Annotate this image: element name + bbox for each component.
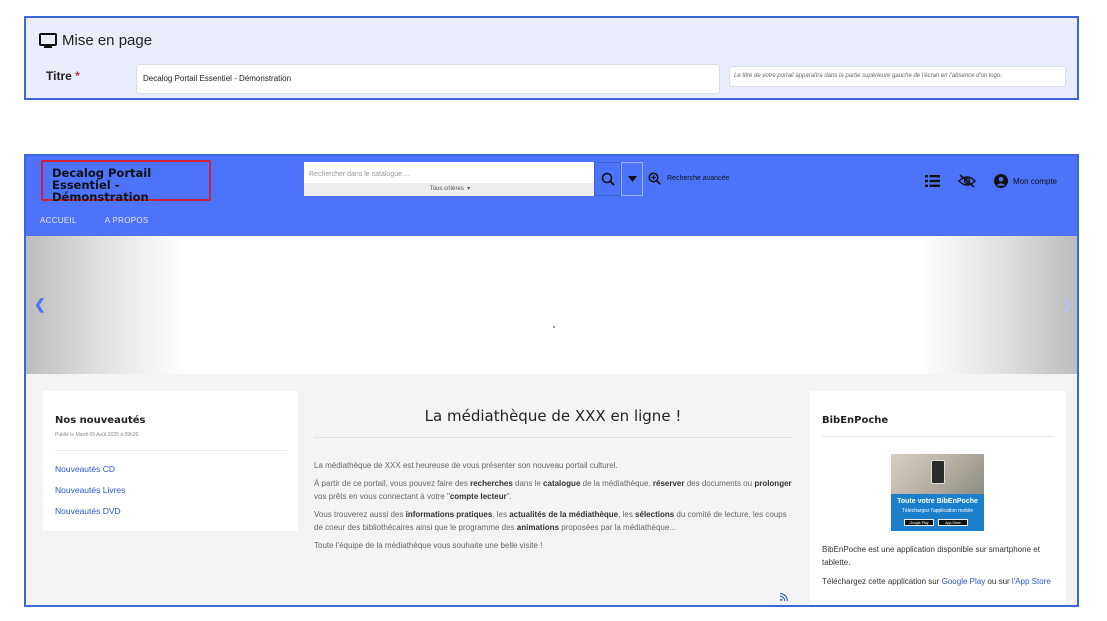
welcome-article: La médiathèque de XXX en ligne ! La médi… — [314, 391, 792, 605]
rss-icon[interactable] — [780, 593, 788, 601]
titre-label-text: Titre — [46, 69, 72, 83]
image-carousel: ❮ ❯ — [26, 236, 1077, 374]
promo-title: Toute votre BibEnPoche — [897, 498, 978, 505]
bibenpoche-desc: BibEnPoche est une application disponibl… — [822, 545, 1040, 567]
user-circle-icon — [993, 174, 1008, 188]
paragraph-3: Vous trouverez aussi des informations pr… — [314, 510, 787, 532]
layout-settings-panel: Mise en page Titre * Decalog Portail Ess… — [24, 16, 1079, 100]
link-nouveautes-cd[interactable]: Nouveautés CD — [55, 464, 125, 474]
store-badges: Google Play App Store — [904, 519, 968, 526]
bibenpoche-title: BibEnPoche — [822, 415, 889, 426]
list-icon[interactable] — [924, 175, 940, 187]
article-body: La médiathèque de XXX est heureuse de vo… — [314, 459, 792, 557]
caret-down-icon: ▾ — [465, 186, 471, 192]
link-nouveautes-livres[interactable]: Nouveautés Livres — [55, 485, 125, 495]
site-title-highlight[interactable]: Decalog Portail Essentiel - Démonstratio… — [41, 160, 211, 203]
promo-subtitle: Téléchargez l'application mobile — [902, 508, 973, 514]
main-nav: ACCUEIL A PROPOS — [40, 216, 149, 225]
app-promo-image[interactable]: Toute votre BibEnPoche Téléchargez l'app… — [891, 454, 984, 531]
section-title: Mise en page — [62, 32, 153, 49]
header-actions: Mon compte — [924, 174, 1057, 188]
google-play-link[interactable]: Google Play — [942, 577, 986, 586]
titre-label: Titre * — [46, 69, 80, 83]
titre-help-text: Le titre de votre portail apparaîtra dan… — [729, 66, 1066, 87]
titre-input[interactable]: Decalog Portail Essentiel - Démonstratio… — [136, 64, 720, 94]
divider — [55, 450, 287, 451]
bibenpoche-text: BibEnPoche est une application disponibl… — [822, 543, 1058, 594]
carousel-indicator — [553, 326, 555, 328]
search-criteria-select[interactable]: Tous critères ▾ — [304, 183, 596, 196]
account-button[interactable]: Mon compte — [993, 174, 1057, 188]
search-button[interactable] — [594, 162, 621, 196]
eye-slash-icon[interactable] — [957, 174, 976, 188]
bibenpoche-card: BibEnPoche Toute votre BibEnPoche Téléch… — [810, 391, 1066, 605]
paragraph-1: La médiathèque de XXX est heureuse de vo… — [314, 461, 618, 470]
search-criteria-label: Tous critères — [429, 186, 464, 192]
search-input[interactable]: Rechercher dans le catalogue ... — [304, 162, 596, 183]
nav-item-a-propos[interactable]: A PROPOS — [105, 216, 149, 225]
required-mark: * — [75, 69, 80, 83]
news-card: Nos nouveautés Publié le Mardi 05 Août 2… — [43, 391, 298, 531]
section-header: Mise en page — [39, 32, 152, 49]
paragraph-4: Toute l'équipe de la médiathèque vous so… — [314, 541, 543, 550]
divider — [822, 436, 1054, 437]
portal-preview: Decalog Portail Essentiel - Démonstratio… — [24, 154, 1079, 607]
article-title: La médiathèque de XXX en ligne ! — [424, 407, 682, 425]
search-box: Rechercher dans le catalogue ... Tous cr… — [304, 162, 596, 196]
search-icon — [601, 172, 615, 186]
app-store-link[interactable]: l'App Store — [1012, 577, 1051, 586]
zoom-in-icon — [648, 172, 661, 185]
nav-item-accueil[interactable]: ACCUEIL — [40, 216, 77, 225]
news-title: Nos nouveautés — [55, 415, 146, 426]
monitor-icon — [39, 32, 57, 48]
google-play-badge: Google Play — [904, 519, 934, 526]
published-date: Publié le Mardi 05 Août 2025 à 09h20 — [55, 432, 139, 438]
news-links: Nouveautés CD Nouveautés Livres Nouveaut… — [55, 464, 125, 516]
chevron-right-icon[interactable]: ❯ — [1061, 296, 1073, 313]
divider — [314, 437, 792, 438]
account-label: Mon compte — [1012, 176, 1057, 186]
portal-header: Decalog Portail Essentiel - Démonstratio… — [26, 156, 1077, 236]
link-nouveautes-dvd[interactable]: Nouveautés DVD — [55, 506, 125, 516]
caret-down-icon — [627, 176, 637, 182]
chevron-left-icon[interactable]: ❮ — [34, 296, 46, 313]
advanced-search-label: Recherche avancée — [667, 175, 730, 182]
app-store-badge: App Store — [938, 519, 968, 526]
search-options-button[interactable] — [621, 162, 643, 196]
paragraph-2: À partir de ce portail, vous pouvez fair… — [314, 479, 792, 501]
advanced-search-link[interactable]: Recherche avancée — [648, 172, 729, 185]
bibenpoche-download: Téléchargez cette application sur Google… — [822, 577, 1051, 586]
smartphone-icon — [931, 460, 945, 484]
